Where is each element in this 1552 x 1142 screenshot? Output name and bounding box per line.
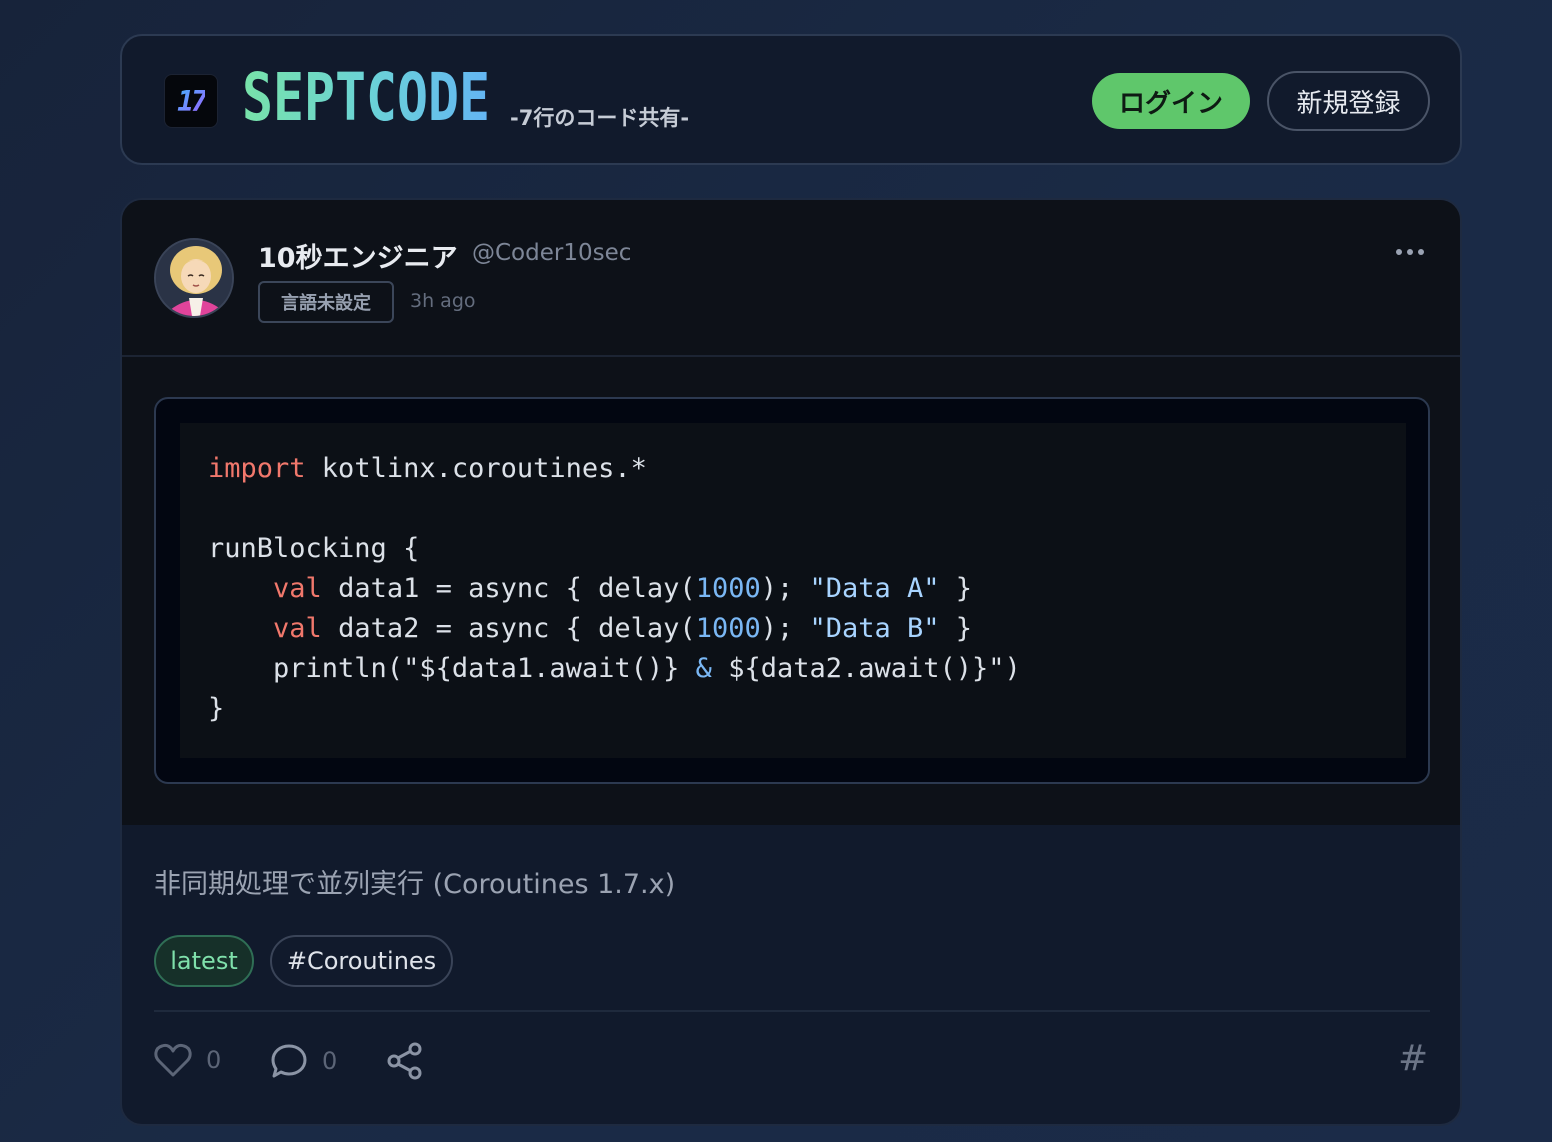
tag-coroutines[interactable]: #Coroutines <box>270 935 453 987</box>
author-name[interactable]: 10秒エンジニア <box>258 236 458 275</box>
logo-icon[interactable]: 17 <box>164 74 218 128</box>
brand-title[interactable]: SEPTCODE <box>242 58 490 138</box>
code-content: import kotlinx.coroutines.* runBlocking … <box>208 453 1021 724</box>
like-button[interactable]: 0 <box>154 1042 221 1078</box>
tag-latest[interactable]: latest <box>154 935 254 987</box>
post-card: 10秒エンジニア @Coder10sec 言語未設定 3h ago import… <box>120 198 1462 1126</box>
post-time: 3h ago <box>410 290 476 312</box>
avatar[interactable] <box>154 238 234 318</box>
hash-icon[interactable]: # <box>1398 1038 1428 1079</box>
tagline: -7行のコード共有- <box>510 106 690 130</box>
like-count: 0 <box>206 1046 222 1074</box>
divider <box>154 1010 1430 1012</box>
share-icon <box>387 1042 422 1080</box>
code-block: import kotlinx.coroutines.* runBlocking … <box>154 397 1430 784</box>
signup-button[interactable]: 新規登録 <box>1267 71 1430 131</box>
code-area[interactable]: import kotlinx.coroutines.* runBlocking … <box>180 423 1406 758</box>
site-header: 17 SEPTCODE -7行のコード共有- ログイン 新規登録 <box>120 34 1462 165</box>
post-description: 非同期処理で並列実行 (Coroutines 1.7.x) <box>154 869 676 900</box>
comment-icon <box>271 1044 307 1078</box>
author-handle[interactable]: @Coder10sec <box>472 240 631 266</box>
share-button[interactable] <box>386 1042 424 1080</box>
divider <box>122 355 1460 357</box>
more-icon[interactable] <box>1390 232 1430 272</box>
comment-button[interactable]: 0 <box>270 1042 337 1080</box>
comment-count: 0 <box>322 1047 338 1075</box>
login-button[interactable]: ログイン <box>1092 73 1250 129</box>
language-badge: 言語未設定 <box>258 281 394 323</box>
heart-icon <box>154 1043 192 1077</box>
